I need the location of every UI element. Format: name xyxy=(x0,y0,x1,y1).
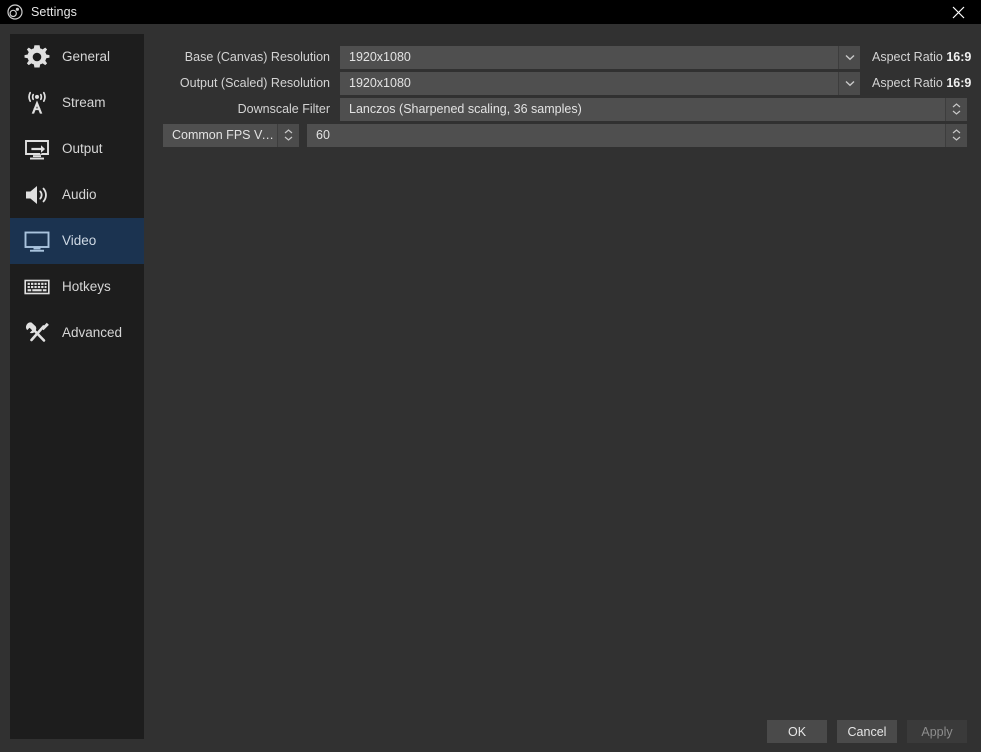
output-resolution-combobox[interactable]: 1920x1080 xyxy=(340,71,860,95)
title-bar: Settings xyxy=(0,0,981,24)
downscale-filter-combobox[interactable]: Lanczos (Sharpened scaling, 36 samples) xyxy=(340,97,967,121)
monitor-icon xyxy=(20,224,54,258)
speaker-icon xyxy=(20,178,54,212)
spinner-up-down-icon[interactable] xyxy=(945,123,967,147)
fps-type-value: Common FPS Values xyxy=(172,128,277,142)
gear-icon xyxy=(20,40,54,74)
downscale-filter-label: Downscale Filter xyxy=(237,102,330,116)
ok-button[interactable]: OK xyxy=(767,720,827,743)
fps-value-combobox[interactable]: 60 xyxy=(307,123,967,147)
sidebar-item-label: Advanced xyxy=(62,325,123,341)
output-aspect-ratio-value: 16:9 xyxy=(946,76,972,90)
sidebar-item-hotkeys[interactable]: Hotkeys xyxy=(10,264,144,310)
sidebar-item-stream[interactable]: Stream xyxy=(10,80,144,126)
broadcast-icon xyxy=(20,86,54,120)
spinner-up-down-icon[interactable] xyxy=(277,123,299,147)
sidebar-item-label: General xyxy=(62,49,111,65)
sidebar-item-video[interactable]: Video xyxy=(10,218,144,264)
sidebar-item-label: Hotkeys xyxy=(62,279,111,295)
sidebar-item-label: Video xyxy=(62,233,97,249)
sidebar-item-general[interactable]: General xyxy=(10,34,144,80)
base-aspect-ratio: Aspect Ratio 16:9 xyxy=(860,50,971,64)
settings-dialog: General Stream Output Audio Video Hotkey… xyxy=(0,24,981,752)
output-resolution-label: Output (Scaled) Resolution xyxy=(179,76,330,90)
sidebar-item-output[interactable]: Output xyxy=(10,126,144,172)
sidebar-item-label: Stream xyxy=(62,95,106,111)
base-resolution-row: Base (Canvas) Resolution 1920x1080 Aspec… xyxy=(155,44,971,70)
sidebar-item-audio[interactable]: Audio xyxy=(10,172,144,218)
settings-sidebar: General Stream Output Audio Video Hotkey… xyxy=(10,34,144,739)
base-resolution-combobox[interactable]: 1920x1080 xyxy=(340,45,860,69)
chevron-down-icon[interactable] xyxy=(838,45,860,69)
base-resolution-value: 1920x1080 xyxy=(349,50,411,64)
output-aspect-ratio-label: Aspect Ratio xyxy=(872,76,943,90)
window-title: Settings xyxy=(31,5,77,19)
close-icon[interactable] xyxy=(935,0,981,24)
output-aspect-ratio: Aspect Ratio 16:9 xyxy=(860,76,971,90)
fps-row: Common FPS Values 60 xyxy=(155,122,967,148)
output-resolution-row: Output (Scaled) Resolution 1920x1080 Asp… xyxy=(155,70,971,96)
keyboard-icon xyxy=(20,270,54,304)
base-aspect-ratio-label: Aspect Ratio xyxy=(872,50,943,64)
downscale-filter-value: Lanczos (Sharpened scaling, 36 samples) xyxy=(349,102,582,116)
base-resolution-label: Base (Canvas) Resolution xyxy=(184,50,330,64)
monitor-arrow-icon xyxy=(20,132,54,166)
fps-value: 60 xyxy=(316,128,330,142)
tools-icon xyxy=(20,316,54,350)
spinner-up-down-icon[interactable] xyxy=(945,97,967,121)
dialog-button-bar: OK Cancel Apply xyxy=(0,720,981,743)
sidebar-item-advanced[interactable]: Advanced xyxy=(10,310,144,356)
chevron-down-icon[interactable] xyxy=(838,71,860,95)
video-settings-form: Base (Canvas) Resolution 1920x1080 Aspec… xyxy=(155,44,971,148)
output-resolution-value: 1920x1080 xyxy=(349,76,411,90)
downscale-filter-row: Downscale Filter Lanczos (Sharpened scal… xyxy=(155,96,967,122)
base-aspect-ratio-value: 16:9 xyxy=(946,50,972,64)
apply-button: Apply xyxy=(907,720,967,743)
fps-type-combobox[interactable]: Common FPS Values xyxy=(163,123,299,147)
obs-logo-icon xyxy=(7,4,23,20)
cancel-button[interactable]: Cancel xyxy=(837,720,897,743)
sidebar-item-label: Output xyxy=(62,141,103,157)
sidebar-item-label: Audio xyxy=(62,187,97,203)
